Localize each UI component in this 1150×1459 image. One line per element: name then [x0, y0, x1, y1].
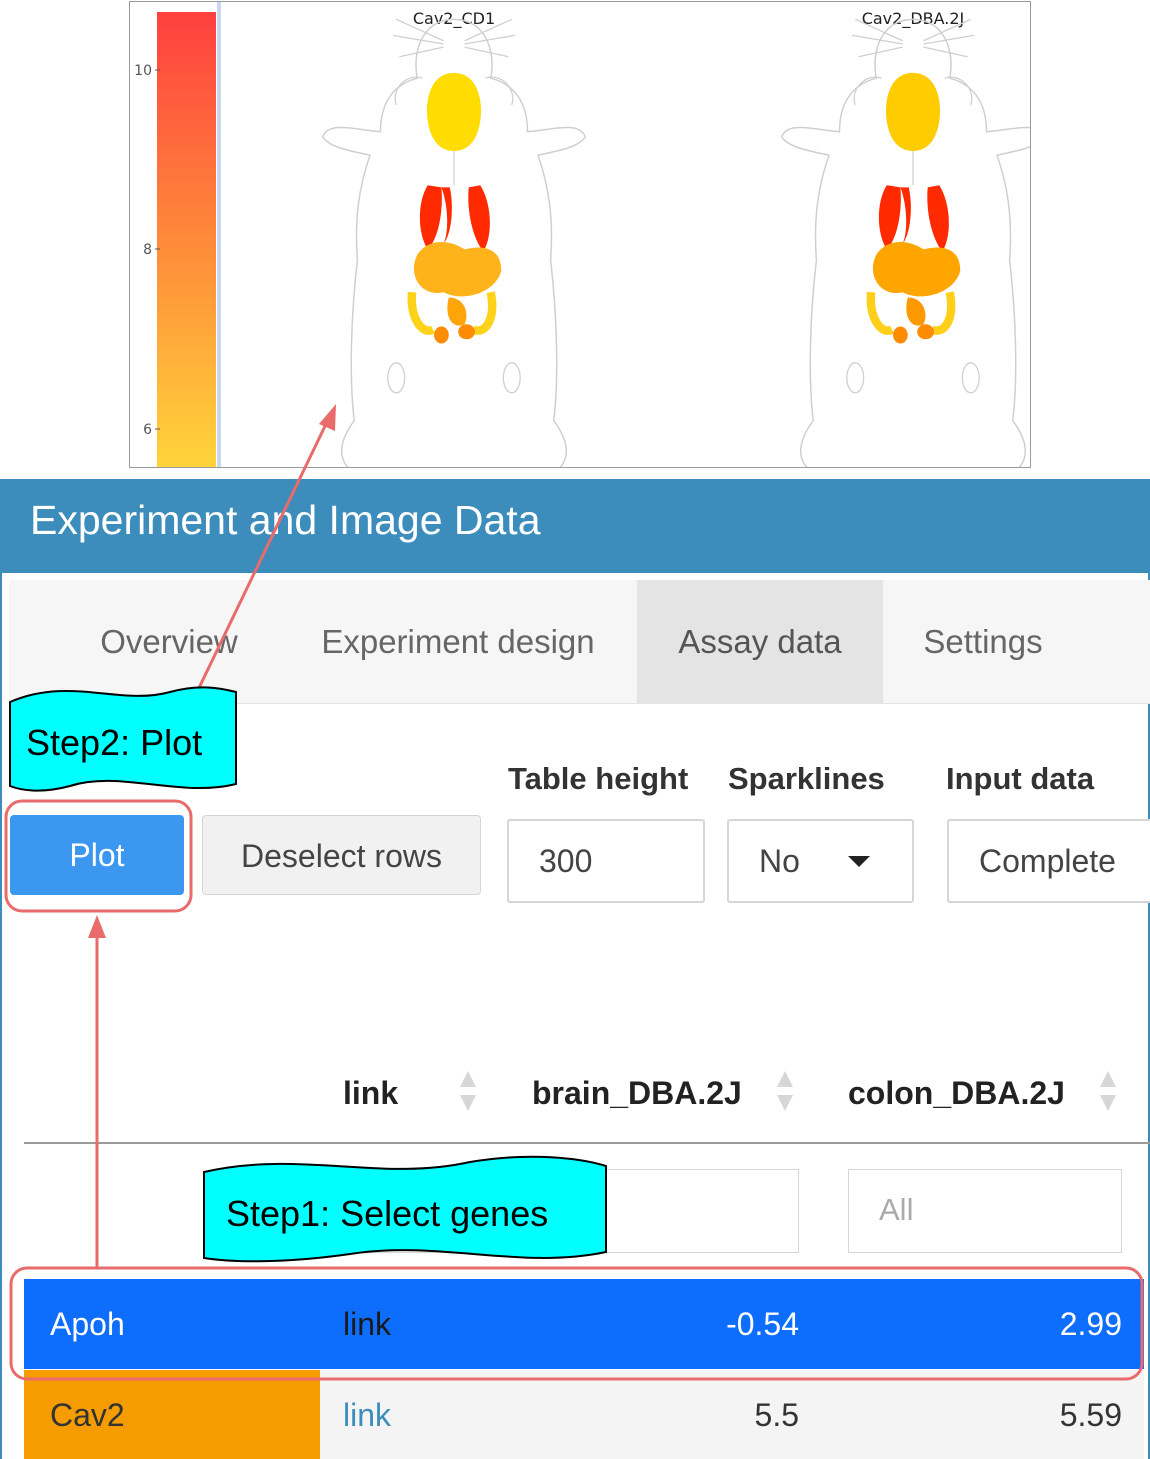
- arrow-head-icon: [88, 915, 106, 938]
- row-highlight: [9, 1266, 1144, 1381]
- plot-button-highlight: [4, 799, 193, 913]
- step2-callout-text: Step2: Plot: [26, 722, 203, 763]
- arrow-head-icon: [319, 404, 336, 431]
- step1-callout-text: Step1: Select genes: [226, 1193, 549, 1234]
